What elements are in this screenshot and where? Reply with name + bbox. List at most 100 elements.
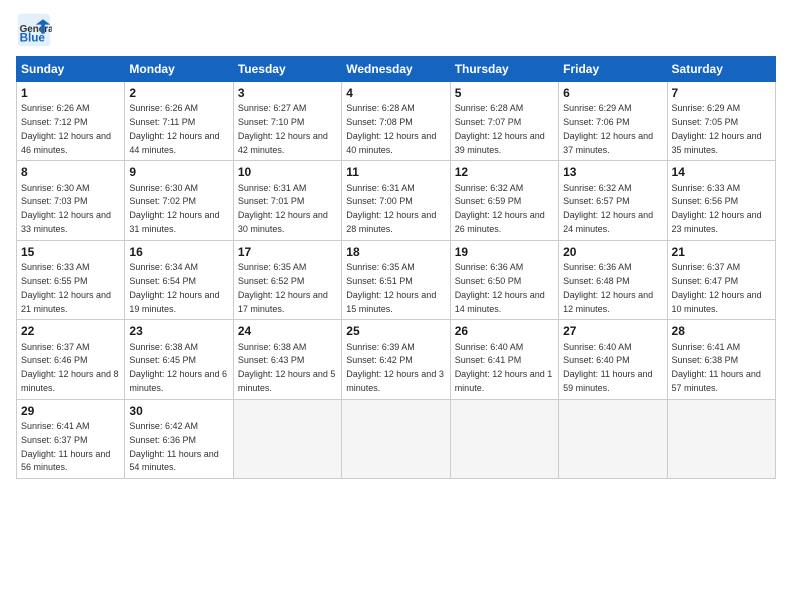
day-number: 21 — [672, 244, 771, 260]
day-number: 22 — [21, 323, 120, 339]
day-info: Sunrise: 6:37 AMSunset: 6:46 PMDaylight:… — [21, 342, 119, 393]
day-info: Sunrise: 6:26 AMSunset: 7:12 PMDaylight:… — [21, 103, 111, 154]
day-cell-26: 26 Sunrise: 6:40 AMSunset: 6:41 PMDayligh… — [450, 320, 558, 399]
day-cell-29: 29 Sunrise: 6:41 AMSunset: 6:37 PMDayligh… — [17, 399, 125, 478]
day-info: Sunrise: 6:34 AMSunset: 6:54 PMDaylight:… — [129, 262, 219, 313]
day-info: Sunrise: 6:29 AMSunset: 7:05 PMDaylight:… — [672, 103, 762, 154]
day-number: 10 — [238, 164, 337, 180]
day-number: 25 — [346, 323, 445, 339]
empty-cell — [667, 399, 775, 478]
calendar-table: SundayMondayTuesdayWednesdayThursdayFrid… — [16, 56, 776, 479]
day-info: Sunrise: 6:36 AMSunset: 6:48 PMDaylight:… — [563, 262, 653, 313]
day-cell-8: 8 Sunrise: 6:30 AMSunset: 7:03 PMDaylight… — [17, 161, 125, 240]
day-cell-22: 22 Sunrise: 6:37 AMSunset: 6:46 PMDayligh… — [17, 320, 125, 399]
day-info: Sunrise: 6:33 AMSunset: 6:56 PMDaylight:… — [672, 183, 762, 234]
day-info: Sunrise: 6:31 AMSunset: 7:01 PMDaylight:… — [238, 183, 328, 234]
logo-icon: General Blue — [16, 12, 52, 48]
day-number: 2 — [129, 85, 228, 101]
day-info: Sunrise: 6:30 AMSunset: 7:02 PMDaylight:… — [129, 183, 219, 234]
day-number: 3 — [238, 85, 337, 101]
day-info: Sunrise: 6:38 AMSunset: 6:43 PMDaylight:… — [238, 342, 336, 393]
day-number: 8 — [21, 164, 120, 180]
day-number: 19 — [455, 244, 554, 260]
day-cell-21: 21 Sunrise: 6:37 AMSunset: 6:47 PMDayligh… — [667, 240, 775, 319]
day-info: Sunrise: 6:40 AMSunset: 6:41 PMDaylight:… — [455, 342, 553, 393]
calendar-week-2: 8 Sunrise: 6:30 AMSunset: 7:03 PMDaylight… — [17, 161, 776, 240]
day-info: Sunrise: 6:29 AMSunset: 7:06 PMDaylight:… — [563, 103, 653, 154]
day-number: 11 — [346, 164, 445, 180]
day-cell-18: 18Sunrise: 6:35 AMSunset: 6:51 PMDayligh… — [342, 240, 450, 319]
page: General Blue SundayMondayTuesdayWednesda… — [0, 0, 792, 612]
day-info: Sunrise: 6:27 AMSunset: 7:10 PMDaylight:… — [238, 103, 328, 154]
day-cell-28: 28Sunrise: 6:41 AMSunset: 6:38 PMDayligh… — [667, 320, 775, 399]
empty-cell — [233, 399, 341, 478]
day-number: 14 — [672, 164, 771, 180]
day-number: 20 — [563, 244, 662, 260]
day-cell-15: 15Sunrise: 6:33 AMSunset: 6:55 PMDayligh… — [17, 240, 125, 319]
weekday-header-sunday: Sunday — [17, 57, 125, 82]
day-info: Sunrise: 6:26 AMSunset: 7:11 PMDaylight:… — [129, 103, 219, 154]
day-info: Sunrise: 6:37 AMSunset: 6:47 PMDaylight:… — [672, 262, 762, 313]
day-cell-24: 24 Sunrise: 6:38 AMSunset: 6:43 PMDayligh… — [233, 320, 341, 399]
weekday-header-monday: Monday — [125, 57, 233, 82]
day-number: 24 — [238, 323, 337, 339]
weekday-header-wednesday: Wednesday — [342, 57, 450, 82]
day-info: Sunrise: 6:35 AMSunset: 6:52 PMDaylight:… — [238, 262, 328, 313]
day-info: Sunrise: 6:38 AMSunset: 6:45 PMDaylight:… — [129, 342, 227, 393]
day-info: Sunrise: 6:39 AMSunset: 6:42 PMDaylight:… — [346, 342, 444, 393]
day-info: Sunrise: 6:32 AMSunset: 6:57 PMDaylight:… — [563, 183, 653, 234]
day-cell-9: 9 Sunrise: 6:30 AMSunset: 7:02 PMDaylight… — [125, 161, 233, 240]
day-number: 7 — [672, 85, 771, 101]
day-info: Sunrise: 6:28 AMSunset: 7:08 PMDaylight:… — [346, 103, 436, 154]
weekday-header-friday: Friday — [559, 57, 667, 82]
day-number: 12 — [455, 164, 554, 180]
empty-cell — [559, 399, 667, 478]
day-info: Sunrise: 6:41 AMSunset: 6:37 PMDaylight:… — [21, 421, 110, 472]
empty-cell — [342, 399, 450, 478]
day-info: Sunrise: 6:30 AMSunset: 7:03 PMDaylight:… — [21, 183, 111, 234]
day-number: 9 — [129, 164, 228, 180]
day-cell-30: 30 Sunrise: 6:42 AMSunset: 6:36 PMDayligh… — [125, 399, 233, 478]
header: General Blue — [16, 12, 776, 48]
day-number: 13 — [563, 164, 662, 180]
day-cell-11: 11 Sunrise: 6:31 AMSunset: 7:00 PMDayligh… — [342, 161, 450, 240]
day-cell-10: 10 Sunrise: 6:31 AMSunset: 7:01 PMDayligh… — [233, 161, 341, 240]
day-number: 1 — [21, 85, 120, 101]
day-info: Sunrise: 6:28 AMSunset: 7:07 PMDaylight:… — [455, 103, 545, 154]
weekday-header-thursday: Thursday — [450, 57, 558, 82]
day-number: 23 — [129, 323, 228, 339]
day-cell-3: 3 Sunrise: 6:27 AMSunset: 7:10 PMDaylight… — [233, 82, 341, 161]
day-info: Sunrise: 6:36 AMSunset: 6:50 PMDaylight:… — [455, 262, 545, 313]
empty-cell — [450, 399, 558, 478]
day-cell-2: 2 Sunrise: 6:26 AMSunset: 7:11 PMDaylight… — [125, 82, 233, 161]
day-number: 28 — [672, 323, 771, 339]
day-info: Sunrise: 6:31 AMSunset: 7:00 PMDaylight:… — [346, 183, 436, 234]
day-number: 26 — [455, 323, 554, 339]
day-cell-6: 6Sunrise: 6:29 AMSunset: 7:06 PMDaylight… — [559, 82, 667, 161]
calendar-week-3: 15Sunrise: 6:33 AMSunset: 6:55 PMDayligh… — [17, 240, 776, 319]
day-number: 27 — [563, 323, 662, 339]
calendar-week-1: 1 Sunrise: 6:26 AMSunset: 7:12 PMDaylight… — [17, 82, 776, 161]
day-cell-12: 12 Sunrise: 6:32 AMSunset: 6:59 PMDayligh… — [450, 161, 558, 240]
day-info: Sunrise: 6:42 AMSunset: 6:36 PMDaylight:… — [129, 421, 218, 472]
calendar-week-4: 22 Sunrise: 6:37 AMSunset: 6:46 PMDayligh… — [17, 320, 776, 399]
day-number: 16 — [129, 244, 228, 260]
day-number: 17 — [238, 244, 337, 260]
day-cell-1: 1 Sunrise: 6:26 AMSunset: 7:12 PMDaylight… — [17, 82, 125, 161]
day-cell-23: 23 Sunrise: 6:38 AMSunset: 6:45 PMDayligh… — [125, 320, 233, 399]
weekday-header-saturday: Saturday — [667, 57, 775, 82]
day-number: 30 — [129, 403, 228, 419]
day-cell-13: 13 Sunrise: 6:32 AMSunset: 6:57 PMDayligh… — [559, 161, 667, 240]
day-info: Sunrise: 6:35 AMSunset: 6:51 PMDaylight:… — [346, 262, 436, 313]
day-cell-20: 20 Sunrise: 6:36 AMSunset: 6:48 PMDayligh… — [559, 240, 667, 319]
day-cell-14: 14 Sunrise: 6:33 AMSunset: 6:56 PMDayligh… — [667, 161, 775, 240]
calendar-header-row: SundayMondayTuesdayWednesdayThursdayFrid… — [17, 57, 776, 82]
day-number: 29 — [21, 403, 120, 419]
svg-text:Blue: Blue — [20, 32, 46, 45]
day-cell-5: 5Sunrise: 6:28 AMSunset: 7:07 PMDaylight… — [450, 82, 558, 161]
day-info: Sunrise: 6:32 AMSunset: 6:59 PMDaylight:… — [455, 183, 545, 234]
day-cell-17: 17 Sunrise: 6:35 AMSunset: 6:52 PMDayligh… — [233, 240, 341, 319]
weekday-header-tuesday: Tuesday — [233, 57, 341, 82]
day-info: Sunrise: 6:33 AMSunset: 6:55 PMDaylight:… — [21, 262, 111, 313]
logo: General Blue — [16, 12, 56, 48]
